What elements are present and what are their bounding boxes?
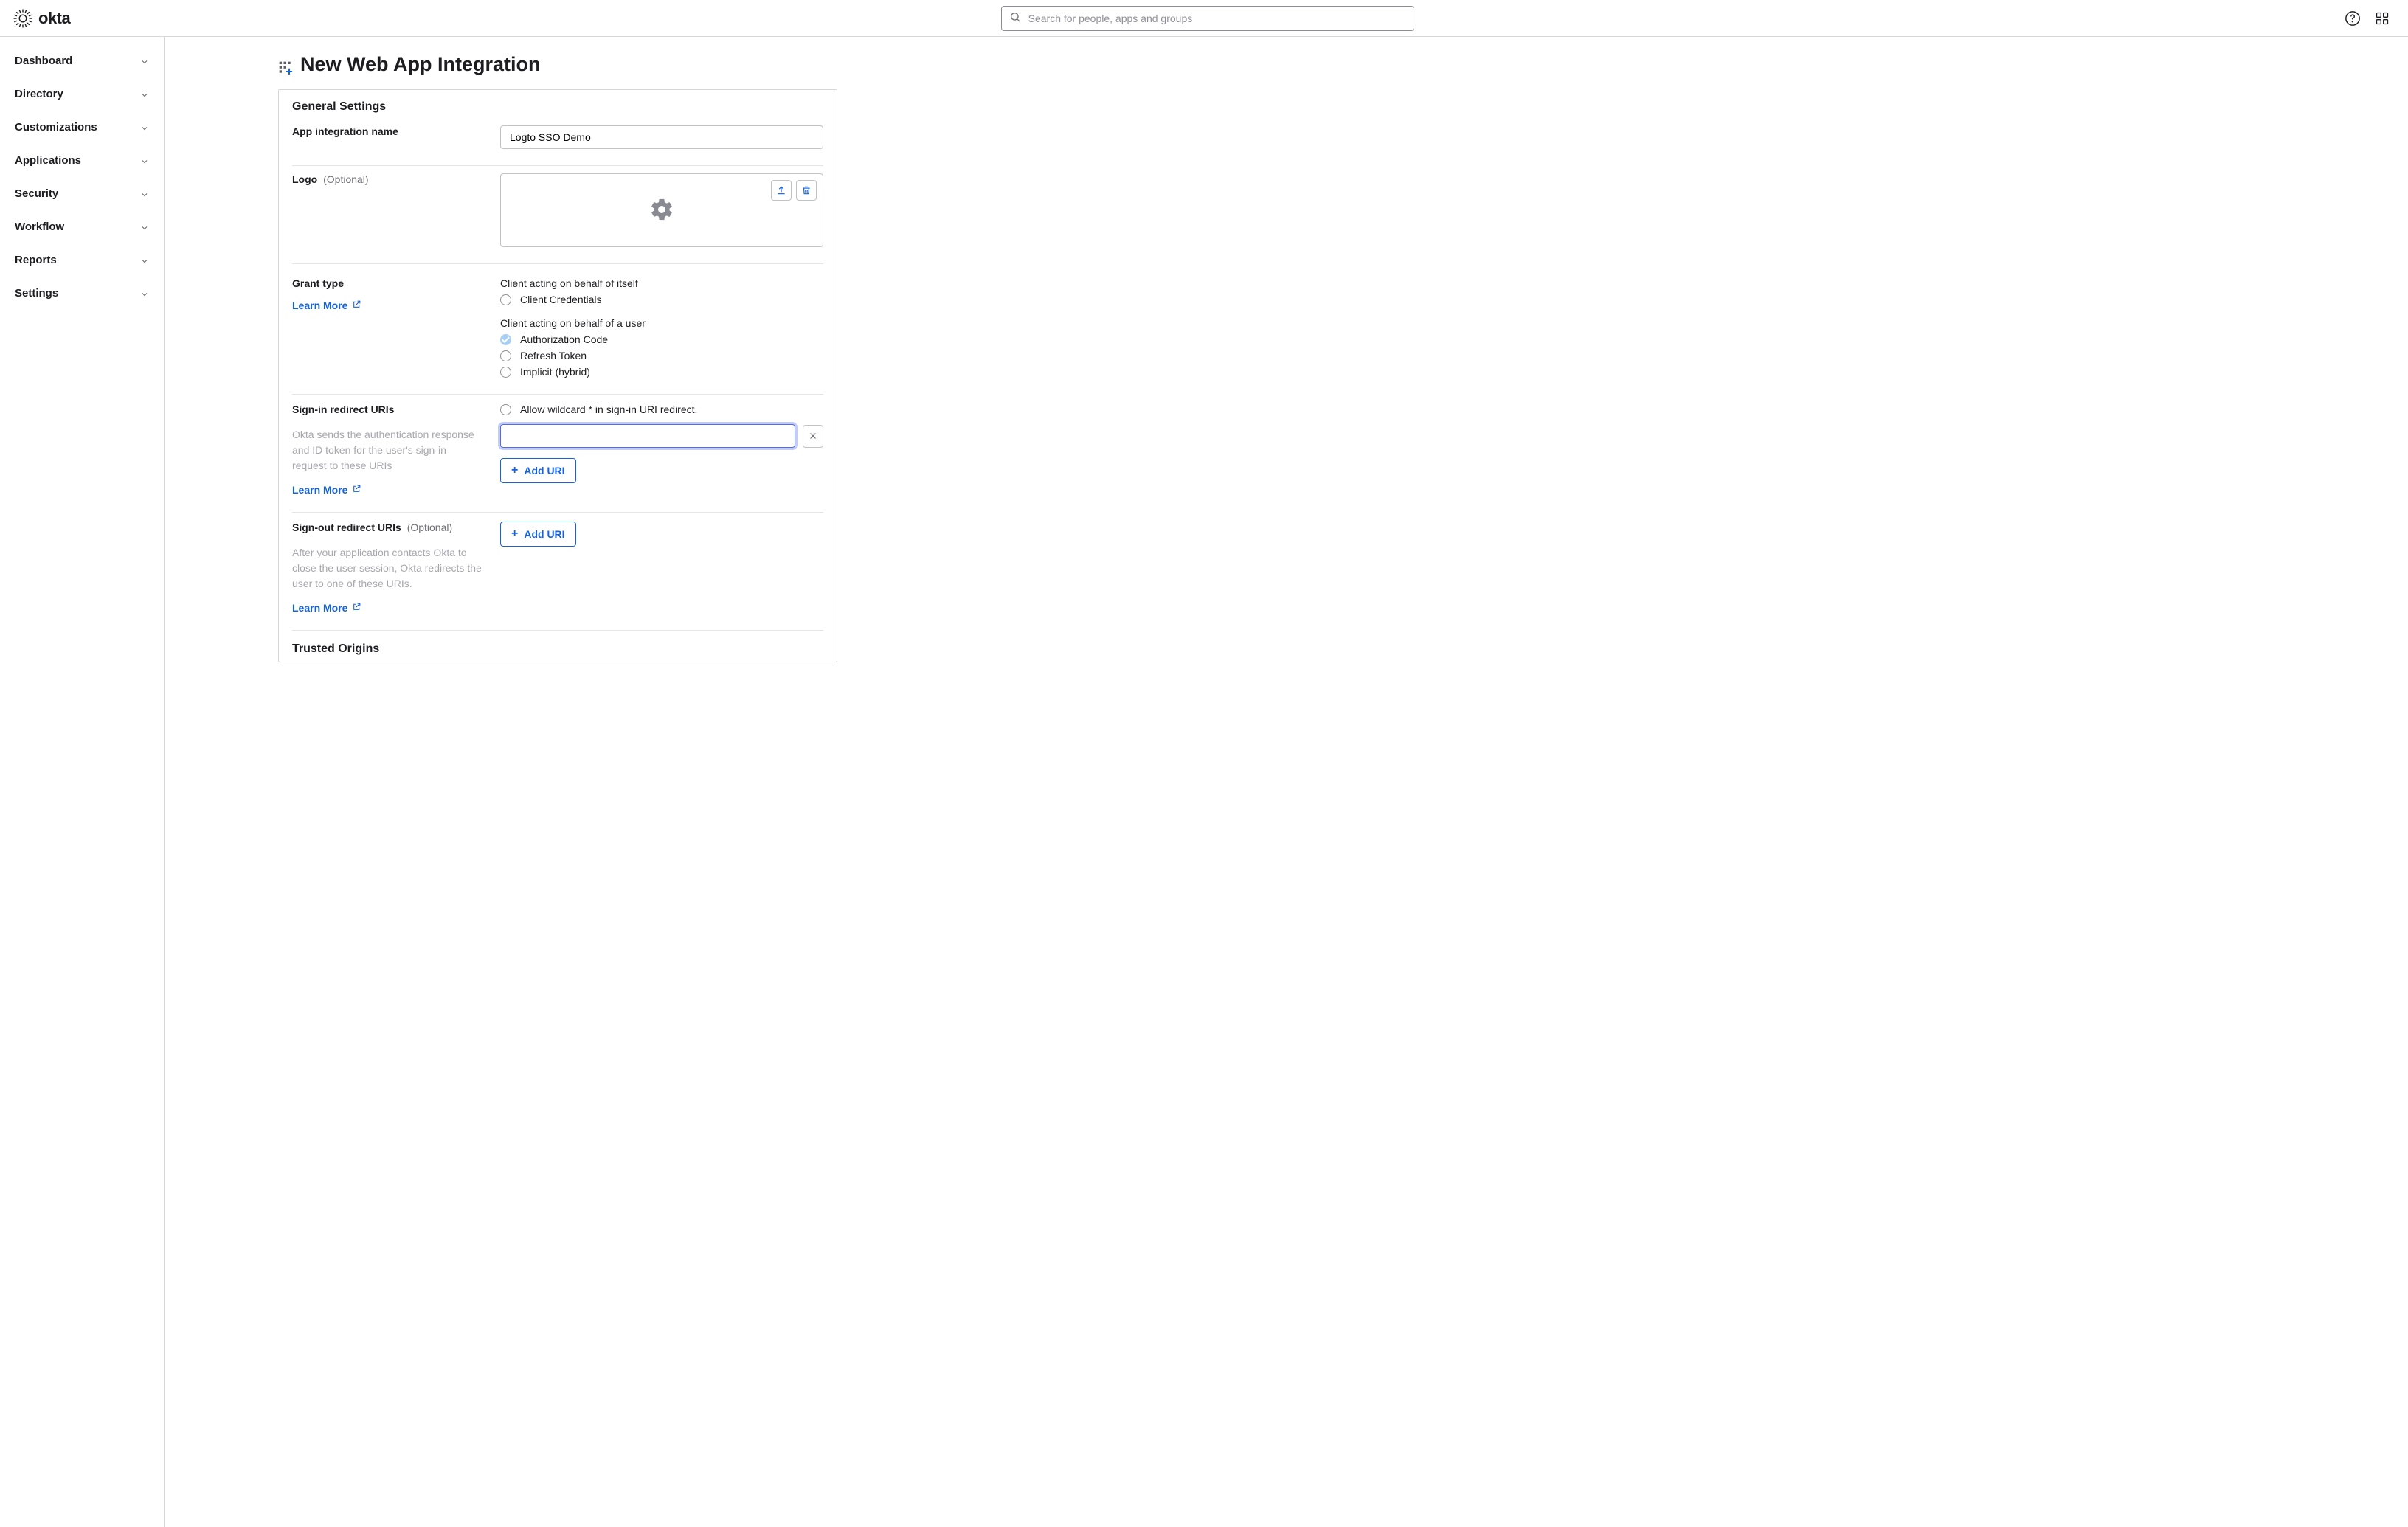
section-signout-uris: Sign-out redirect URIs (Optional) After …: [292, 512, 823, 630]
upload-logo-button[interactable]: [771, 180, 792, 201]
checkbox-icon: [500, 404, 511, 415]
sidebar-item-label: Workflow: [15, 221, 64, 233]
sidebar: Dashboard Directory Customizations Appli…: [0, 37, 165, 1527]
checkbox-label: Allow wildcard * in sign-in URI redirect…: [520, 404, 697, 415]
logo-label: Logo: [292, 173, 317, 185]
sidebar-item-label: Applications: [15, 154, 81, 167]
sidebar-item-label: Customizations: [15, 121, 97, 134]
chevron-down-icon: [140, 289, 149, 298]
app-name-input[interactable]: [500, 125, 823, 149]
apps-grid-icon[interactable]: [2374, 10, 2390, 27]
checkbox-icon: [500, 367, 511, 378]
signout-uris-desc: After your application contacts Okta to …: [292, 545, 482, 592]
section-signin-uris: Sign-in redirect URIs Okta sends the aut…: [292, 394, 823, 512]
sidebar-item-label: Settings: [15, 287, 58, 299]
grant-user-heading: Client acting on behalf of a user: [500, 317, 823, 329]
settings-card: General Settings App integration name Lo…: [278, 89, 837, 662]
checkbox-allow-wildcard[interactable]: Allow wildcard * in sign-in URI redirect…: [500, 404, 823, 415]
main: New Web App Integration General Settings…: [165, 37, 2408, 1527]
chevron-down-icon: [140, 90, 149, 99]
signout-learn-more-link[interactable]: Learn More: [292, 602, 361, 614]
sidebar-item-label: Dashboard: [15, 55, 72, 67]
add-btn-label: Add URI: [524, 465, 564, 477]
grant-self-heading: Client acting on behalf of itself: [500, 277, 823, 289]
grant-learn-more-link[interactable]: Learn More: [292, 299, 361, 311]
signin-uris-label: Sign-in redirect URIs: [292, 404, 482, 415]
plus-icon: +: [511, 465, 518, 477]
gear-icon: [649, 197, 674, 224]
sidebar-item-directory[interactable]: Directory: [0, 80, 164, 108]
checkbox-client-credentials[interactable]: Client Credentials: [500, 294, 823, 305]
checkbox-label: Client Credentials: [520, 294, 602, 305]
signin-uris-desc: Okta sends the authentication response a…: [292, 427, 482, 474]
sidebar-item-label: Reports: [15, 254, 57, 266]
topbar: okta: [0, 0, 2408, 37]
sidebar-item-workflow[interactable]: Workflow: [0, 213, 164, 240]
sidebar-item-security[interactable]: Security: [0, 180, 164, 207]
page-title: New Web App Integration: [278, 53, 837, 76]
add-btn-label: Add URI: [524, 528, 564, 540]
learn-more-text: Learn More: [292, 484, 347, 496]
checkbox-label: Authorization Code: [520, 333, 608, 345]
external-link-icon: [352, 299, 361, 311]
external-link-icon: [352, 484, 361, 496]
add-signout-uri-button[interactable]: + Add URI: [500, 522, 576, 547]
chevron-down-icon: [140, 156, 149, 165]
signin-uri-input[interactable]: [500, 424, 795, 448]
search-icon: [1009, 11, 1021, 25]
checkbox-label: Implicit (hybrid): [520, 366, 590, 378]
help-icon[interactable]: [2345, 10, 2361, 27]
signout-optional: (Optional): [407, 522, 452, 533]
add-signin-uri-button[interactable]: + Add URI: [500, 458, 576, 483]
sidebar-item-label: Security: [15, 187, 58, 200]
sidebar-item-label: Directory: [15, 88, 63, 100]
brand-text: okta: [38, 9, 70, 28]
topbar-center: [70, 6, 2345, 31]
section-grant-type: Grant type Learn More Client acting on b…: [292, 263, 823, 394]
learn-more-text: Learn More: [292, 602, 347, 614]
checkbox-icon: [500, 294, 511, 305]
chevron-down-icon: [140, 57, 149, 66]
app-add-icon: [278, 58, 293, 72]
sidebar-item-customizations[interactable]: Customizations: [0, 114, 164, 141]
logo-dropzone[interactable]: [500, 173, 823, 247]
logo-burst-icon: [13, 9, 32, 28]
signin-learn-more-link[interactable]: Learn More: [292, 484, 361, 496]
section-logo: Logo (Optional): [292, 165, 823, 263]
card-header: General Settings: [279, 90, 837, 121]
grant-type-label: Grant type: [292, 277, 482, 289]
plus-icon: +: [511, 528, 518, 540]
remove-uri-button[interactable]: [803, 425, 823, 448]
page: New Web App Integration General Settings…: [278, 53, 837, 1483]
sidebar-item-settings[interactable]: Settings: [0, 280, 164, 307]
topbar-right: [2345, 10, 2395, 27]
layout: Dashboard Directory Customizations Appli…: [0, 37, 2408, 1527]
logo[interactable]: okta: [13, 9, 70, 28]
signout-uris-label: Sign-out redirect URIs: [292, 522, 401, 533]
checkbox-refresh-token[interactable]: Refresh Token: [500, 350, 823, 361]
page-title-text: New Web App Integration: [300, 53, 541, 76]
learn-more-text: Learn More: [292, 299, 347, 311]
section-app-name: App integration name: [279, 121, 837, 165]
chevron-down-icon: [140, 256, 149, 265]
chevron-down-icon: [140, 223, 149, 232]
checkbox-implicit-hybrid[interactable]: Implicit (hybrid): [500, 366, 823, 378]
checkbox-authorization-code[interactable]: Authorization Code: [500, 333, 823, 345]
external-link-icon: [352, 602, 361, 614]
delete-logo-button[interactable]: [796, 180, 817, 201]
search-box[interactable]: [1001, 6, 1414, 31]
sidebar-item-reports[interactable]: Reports: [0, 246, 164, 274]
section-trusted-origins-title: Trusted Origins: [292, 630, 823, 662]
checkbox-checked-icon: [500, 334, 511, 345]
checkbox-label: Refresh Token: [520, 350, 587, 361]
sidebar-item-dashboard[interactable]: Dashboard: [0, 47, 164, 75]
checkbox-icon: [500, 350, 511, 361]
chevron-down-icon: [140, 123, 149, 132]
search-input[interactable]: [1028, 13, 1406, 24]
app-name-label: App integration name: [292, 125, 482, 137]
logo-optional: (Optional): [323, 173, 368, 185]
sidebar-item-applications[interactable]: Applications: [0, 147, 164, 174]
chevron-down-icon: [140, 190, 149, 198]
